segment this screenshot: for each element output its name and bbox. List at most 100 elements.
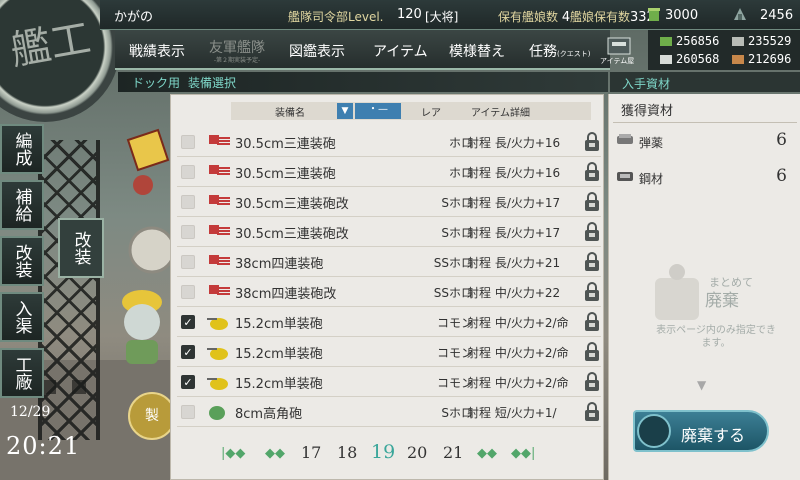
equipment-rarity: Sホロ [441, 226, 473, 240]
row-checkbox[interactable] [181, 165, 195, 179]
equipment-row[interactable]: 30.5cm三連装砲改 Sホロ 射程 長/火力+17 [177, 217, 601, 247]
side-menu-repair[interactable]: 入渠 [0, 292, 44, 342]
bulk-scrap-title: 廃棄 [705, 291, 739, 311]
equipment-rarity: Sホロ [441, 196, 473, 210]
equipment-detail: 射程 中/火力+2/命 [467, 376, 569, 390]
row-checkbox[interactable] [181, 405, 195, 419]
lock-icon[interactable] [583, 251, 601, 273]
material-ammo-value: 6 [776, 130, 787, 150]
page-18[interactable]: 18 [337, 443, 357, 462]
page-21[interactable]: 21 [443, 443, 463, 462]
side-menu-resupply[interactable]: 補給 [0, 180, 44, 230]
row-checkbox[interactable] [181, 255, 195, 269]
prev-page-button[interactable]: ◆◆ [265, 446, 285, 461]
bucket-count: 3000 [665, 8, 699, 23]
breadcrumb-parent: ドック用 [132, 76, 181, 90]
equipment-name: 38cm四連装砲改 [235, 287, 337, 302]
next-page-button[interactable]: ◆◆ [477, 446, 497, 461]
material-ammo: 弾薬 6 [617, 130, 793, 152]
material-ammo-label: 弾薬 [639, 136, 664, 150]
side-menu-remodel[interactable]: 改装 [0, 236, 44, 286]
equipment-row[interactable]: 30.5cm三連装砲 ホロ 射程 長/火力+16 [177, 157, 601, 187]
row-checkbox[interactable] [181, 225, 195, 239]
equipment-name: 15.2cm単装砲 [235, 347, 323, 362]
filter-button[interactable]: ・— [355, 103, 401, 119]
hq-level-label: 艦隊司令部Level. [288, 10, 384, 24]
scrap-button[interactable]: 廃棄する [633, 410, 769, 452]
green-gun-icon [209, 406, 225, 420]
lock-icon[interactable] [583, 311, 601, 333]
lock-icon[interactable] [583, 281, 601, 303]
ammo-value: 235529 [748, 34, 792, 48]
menu-items[interactable]: アイテム [373, 41, 428, 61]
lock-icon[interactable] [583, 401, 601, 423]
lock-icon[interactable] [583, 221, 601, 243]
item-shop-button[interactable]: アイテム屋 [600, 34, 640, 70]
yellow-gun-icon [207, 378, 228, 390]
bulk-scrap-icon [655, 264, 699, 320]
lock-icon[interactable] [583, 161, 601, 183]
row-checkbox[interactable] [181, 285, 195, 299]
obtained-materials-title: 獲得資材 [621, 104, 674, 119]
row-checkbox[interactable] [181, 195, 195, 209]
equipment-name: 15.2cm単装砲 [235, 377, 323, 392]
equipment-row[interactable]: 38cm四連装砲改 SSホロ 射程 中/火力+22 [177, 277, 601, 307]
main-menu-bar: 戦績表示 友軍艦隊 -第２期実装予定- 図鑑表示 アイテム 模様替え 任務(クエス… [115, 30, 610, 70]
equipment-rarity: Sホロ [441, 406, 473, 420]
equipment-row[interactable]: 30.5cm三連装砲 ホロ 射程 長/火力+16 [177, 127, 601, 157]
last-page-button[interactable]: ◆◆| [511, 446, 535, 461]
row-checkbox[interactable]: ✓ [181, 315, 195, 329]
steel-value: 260568 [676, 52, 720, 66]
sort-button[interactable]: ▼ [337, 103, 353, 119]
page-19-current[interactable]: 19 [371, 441, 395, 463]
equipment-rarity: SSホロ [433, 256, 473, 270]
dev-material-count: 2456 [760, 8, 794, 23]
page-20[interactable]: 20 [407, 443, 427, 462]
menu-encyclopedia[interactable]: 図鑑表示 [289, 41, 345, 61]
menu-furniture[interactable]: 模様替え [449, 41, 505, 61]
side-menu-organize[interactable]: 編成 [0, 124, 44, 174]
bauxite-icon [732, 55, 744, 64]
admiral-rank: [大将] [425, 10, 459, 24]
menu-quests[interactable]: 任務(クエスト) [529, 41, 590, 61]
hq-level: 120 [397, 7, 422, 22]
ammo-icon [617, 134, 633, 144]
row-checkbox[interactable]: ✓ [181, 375, 195, 389]
gear-icon [637, 414, 671, 448]
column-item-detail: アイテム詳細 [471, 108, 530, 119]
steel-resource: 260568 [660, 52, 719, 66]
first-page-button[interactable]: |◆◆ [221, 446, 245, 461]
equipment-row[interactable]: 8cm高角砲 Sホロ 射程 短/火力+1/ [177, 397, 601, 427]
lock-icon[interactable] [583, 131, 601, 153]
equipment-row[interactable]: ✓ 15.2cm単装砲 コモン 射程 中/火力+2/命 [177, 337, 601, 367]
equipment-rarity: SSホロ [433, 286, 473, 300]
equipment-rarity: コモン [436, 316, 473, 330]
side-menu-arsenal[interactable]: 工廠 [0, 348, 44, 398]
current-screen-remodel[interactable]: 改装 [58, 218, 104, 278]
ammo-resource: 235529 [732, 34, 791, 48]
fairy-character [122, 290, 162, 364]
game-screen: 艦工 かがの 艦隊司令部Level. 120 [大将] 保有艦娘数 4 艦娘保有… [0, 0, 800, 480]
lock-icon[interactable] [583, 371, 601, 393]
menu-friend-fleet-label: 友軍艦隊 [209, 40, 265, 56]
equip-count: 艦娘保有数332 [570, 8, 655, 25]
row-checkbox[interactable]: ✓ [181, 345, 195, 359]
equipment-row[interactable]: ✓ 15.2cm単装砲 コモン 射程 中/火力+2/命 [177, 307, 601, 337]
equipment-name: 38cm四連装砲 [235, 257, 324, 272]
fuel-icon [660, 37, 672, 46]
ammo-icon [732, 37, 744, 46]
red-gun-icon [209, 255, 230, 265]
lock-icon[interactable] [583, 191, 601, 213]
lock-icon[interactable] [583, 341, 601, 363]
menu-quests-label: 任務 [529, 44, 557, 60]
scrap-mini-button[interactable]: 製 [128, 392, 176, 440]
menu-battle-record[interactable]: 戦績表示 [129, 41, 185, 61]
bauxite-value: 212696 [748, 52, 792, 66]
equipment-row[interactable]: 38cm四連装砲 SSホロ 射程 長/火力+21 [177, 247, 601, 277]
equipment-row[interactable]: 30.5cm三連装砲改 Sホロ 射程 長/火力+17 [177, 187, 601, 217]
page-17[interactable]: 17 [301, 443, 321, 462]
row-checkbox[interactable] [181, 135, 195, 149]
equipment-row[interactable]: ✓ 15.2cm単装砲 コモン 射程 中/火力+2/命 [177, 367, 601, 397]
column-equipment-name: 装備名 [275, 108, 305, 119]
bucket-icon [648, 8, 660, 21]
